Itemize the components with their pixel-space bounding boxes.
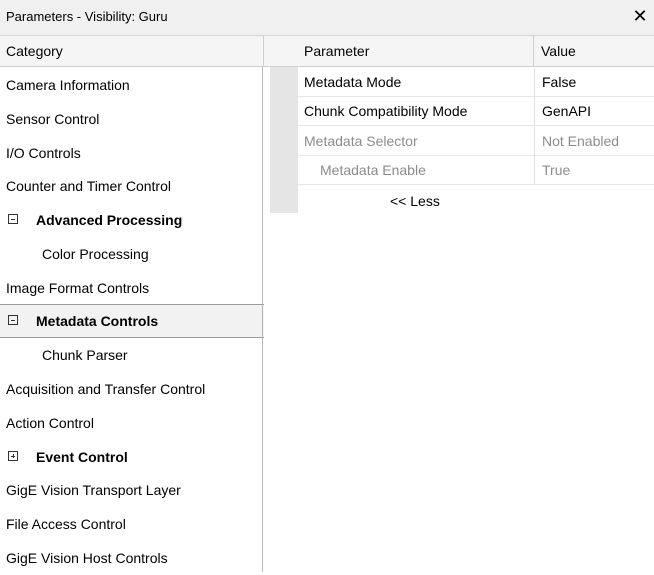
category-action-control[interactable]: Action Control: [0, 406, 262, 440]
category-label: Advanced Processing: [36, 212, 183, 228]
window-title: Parameters - Visibility: Guru: [6, 9, 168, 24]
parameter-name: Metadata Mode: [304, 74, 402, 90]
parameter-row[interactable]: Metadata Mode False: [298, 68, 654, 97]
category-label: Color Processing: [42, 246, 149, 262]
category-label: I/O Controls: [6, 145, 81, 161]
parameter-name: Chunk Compatibility Mode: [304, 103, 468, 119]
category-sensor-control[interactable]: Sensor Control: [0, 102, 262, 136]
parameter-row: Metadata Selector Not Enabled: [298, 127, 654, 156]
parameter-row[interactable]: Chunk Compatibility Mode GenAPI: [298, 97, 654, 126]
expand-icon[interactable]: [8, 451, 18, 461]
category-label: GigE Vision Host Controls: [6, 550, 168, 566]
category-gige-vision-transport-layer[interactable]: GigE Vision Transport Layer: [0, 473, 262, 507]
parameter-row: Metadata Enable True: [298, 156, 654, 185]
category-file-access-control[interactable]: File Access Control: [0, 507, 262, 541]
parameter-grid: Metadata Mode False Chunk Compatibility …: [264, 67, 654, 572]
parameter-value[interactable]: GenAPI: [534, 97, 654, 126]
category-chunk-parser[interactable]: Chunk Parser: [0, 338, 262, 372]
title-bar: Parameters - Visibility: Guru ✕: [0, 0, 654, 36]
value-header-label: Value: [541, 43, 576, 59]
category-label: Camera Information: [6, 77, 130, 93]
category-io-controls[interactable]: I/O Controls: [0, 136, 262, 170]
category-label: Chunk Parser: [42, 347, 128, 363]
row-selector-gutter: [270, 67, 298, 213]
category-event-control[interactable]: Event Control: [0, 440, 262, 474]
value-column-header[interactable]: Value: [534, 36, 654, 67]
parameter-value: True: [534, 156, 654, 185]
close-icon[interactable]: ✕: [630, 5, 650, 27]
parameter-name: Metadata Selector: [304, 133, 418, 149]
category-color-processing[interactable]: Color Processing: [0, 237, 262, 271]
category-gige-vision-host-controls[interactable]: GigE Vision Host Controls: [0, 541, 262, 575]
category-image-format-controls[interactable]: Image Format Controls: [0, 271, 262, 305]
category-label: Metadata Controls: [36, 313, 159, 329]
category-label: Counter and Timer Control: [6, 178, 171, 194]
category-label: Event Control: [36, 449, 128, 465]
collapse-icon[interactable]: [8, 315, 18, 325]
category-acquisition-transfer-control[interactable]: Acquisition and Transfer Control: [0, 372, 262, 406]
panel-divider[interactable]: [262, 67, 263, 572]
category-label: Acquisition and Transfer Control: [6, 381, 206, 397]
category-camera-information[interactable]: Camera Information: [0, 68, 262, 102]
category-label: Sensor Control: [6, 111, 100, 127]
category-column-header[interactable]: Category: [0, 36, 264, 67]
parameter-value: Not Enabled: [534, 127, 654, 156]
parameter-name: Metadata Enable: [320, 162, 426, 178]
less-link[interactable]: << Less: [390, 193, 440, 209]
category-counter-timer-control[interactable]: Counter and Timer Control: [0, 169, 262, 203]
collapse-icon[interactable]: [8, 214, 18, 224]
category-label: File Access Control: [6, 516, 126, 532]
category-metadata-controls[interactable]: Metadata Controls: [0, 304, 264, 338]
parameter-header-label: Parameter: [304, 43, 370, 59]
category-label: Action Control: [6, 415, 94, 431]
category-label: GigE Vision Transport Layer: [6, 482, 181, 498]
parameter-column-header[interactable]: Parameter: [264, 36, 534, 67]
category-advanced-processing[interactable]: Advanced Processing: [0, 203, 262, 237]
parameter-value[interactable]: False: [534, 68, 654, 97]
category-header-label: Category: [6, 43, 63, 59]
category-label: Image Format Controls: [6, 280, 150, 296]
category-tree[interactable]: Camera Information Sensor Control I/O Co…: [0, 67, 264, 572]
